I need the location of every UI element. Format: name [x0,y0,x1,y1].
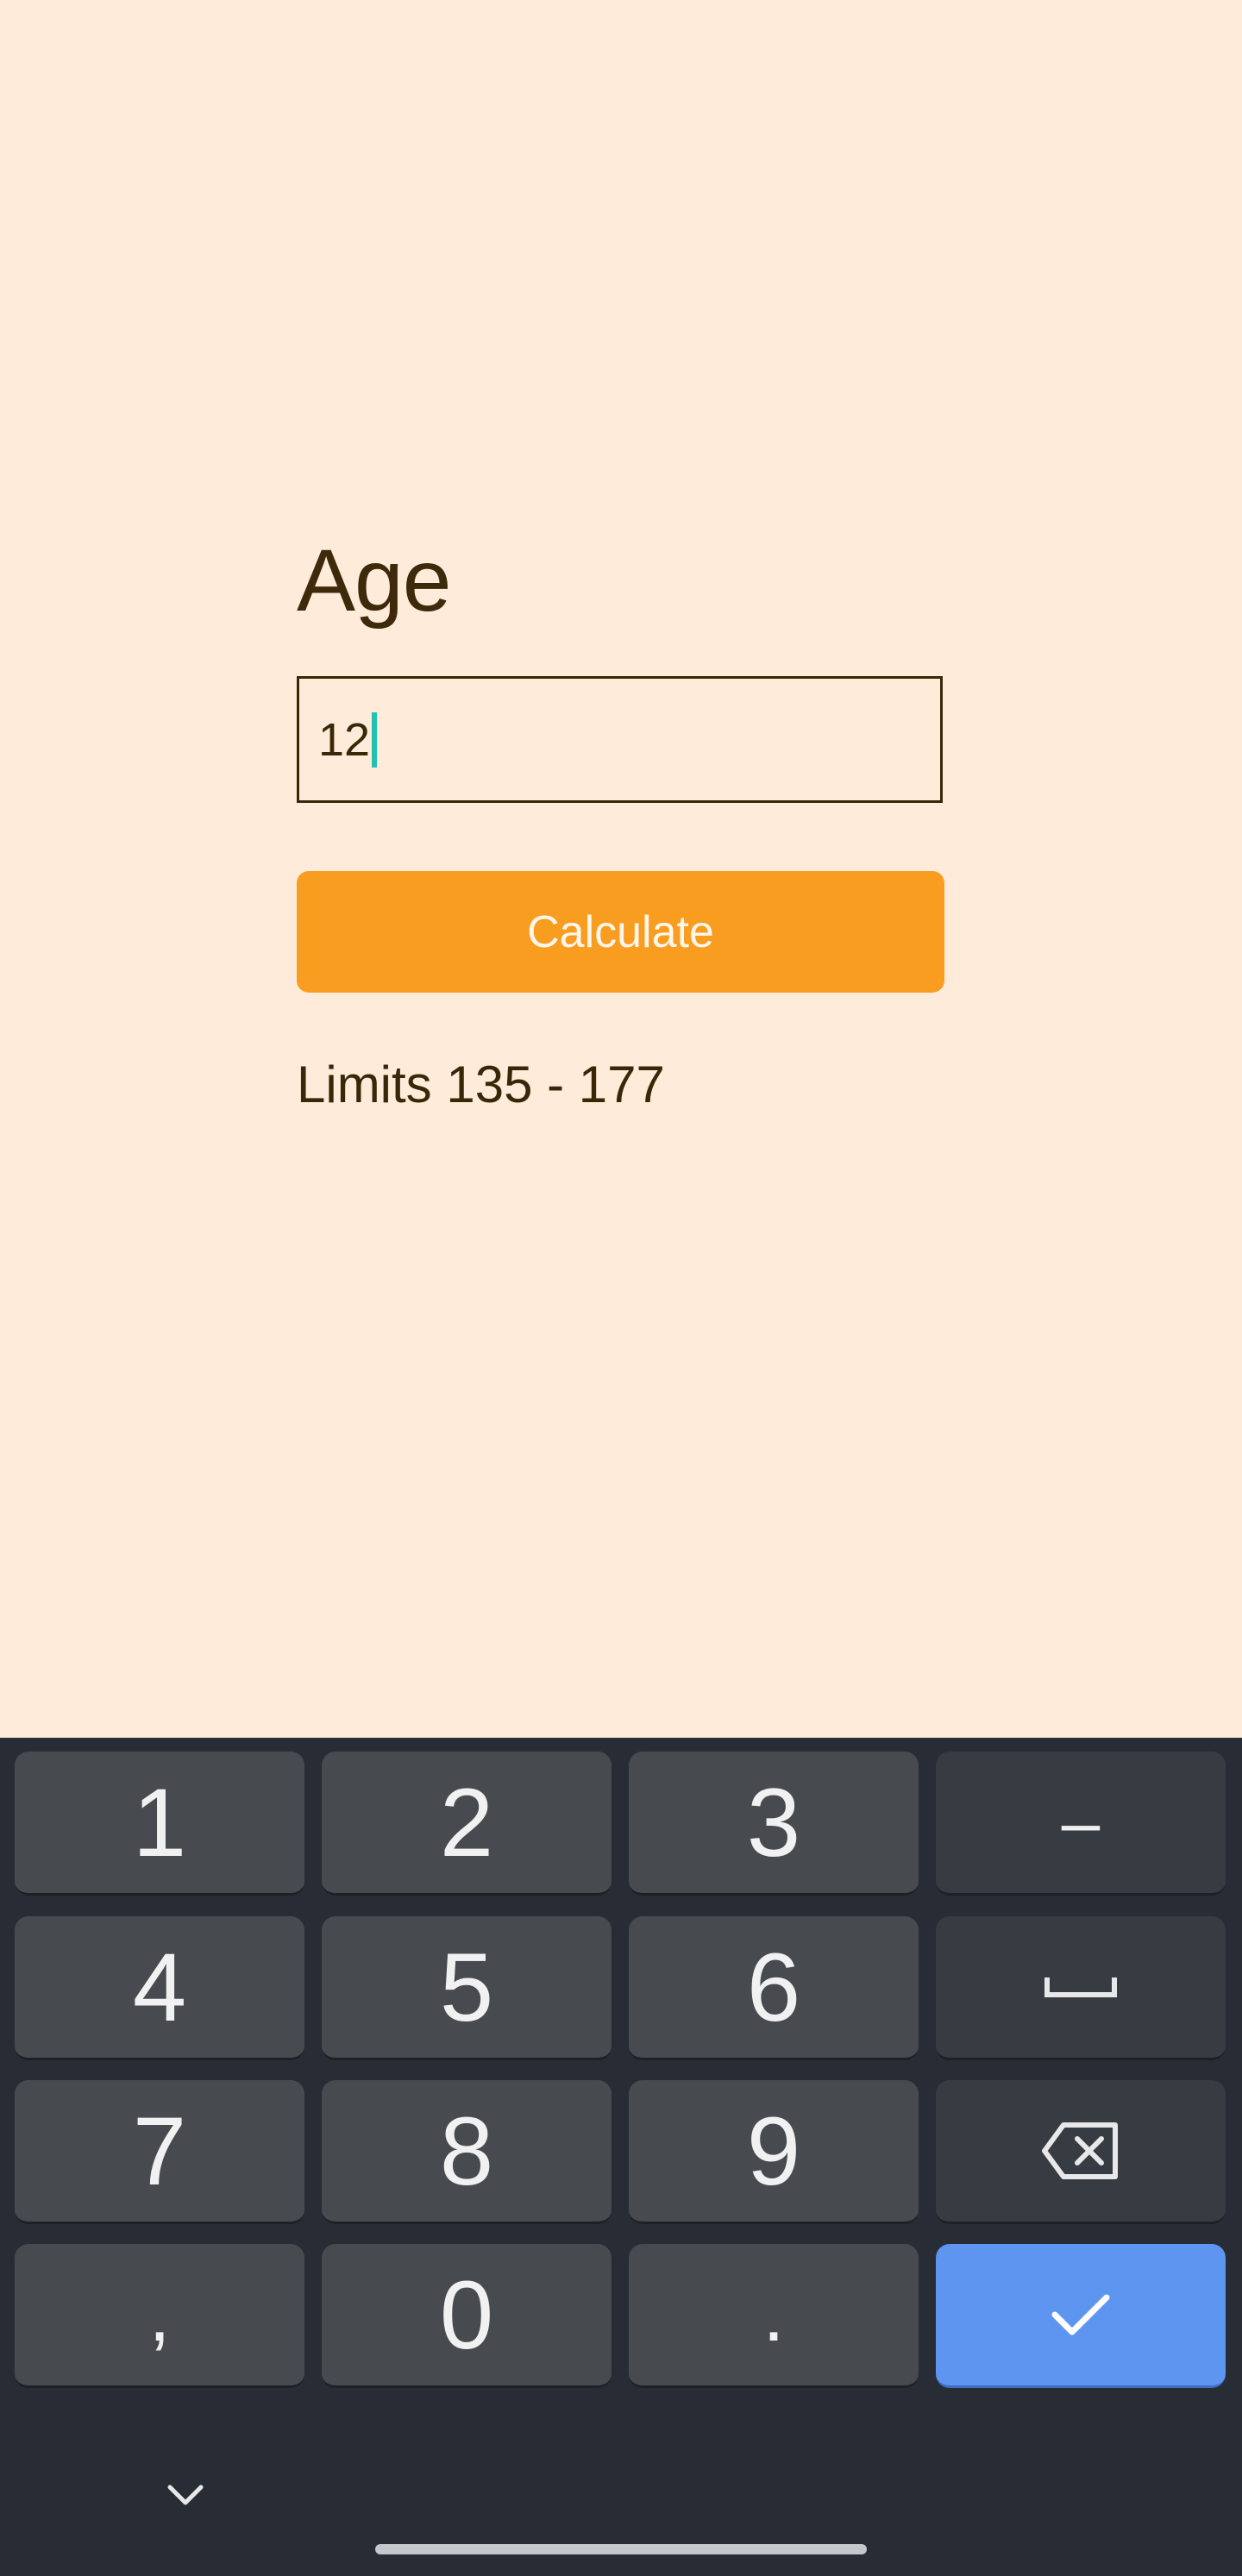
key-done[interactable] [936,2244,1226,2388]
age-label: Age [297,531,451,630]
key-0[interactable]: 0 [322,2244,612,2388]
gesture-nav-handle[interactable] [375,2544,867,2554]
calculate-button[interactable]: Calculate [297,871,944,993]
age-input-value: 12 [318,713,371,766]
backspace-icon [1039,2120,1122,2182]
key-4[interactable]: 4 [15,1916,304,2060]
key-minus[interactable]: – [936,1752,1226,1896]
text-caret [372,711,378,768]
hide-keyboard-button[interactable] [155,2475,216,2518]
key-1[interactable]: 1 [15,1752,304,1896]
key-comma[interactable]: , [15,2244,304,2388]
key-7[interactable]: 7 [15,2080,304,2224]
key-period[interactable]: . [629,2244,919,2388]
checkmark-icon [1050,2291,1112,2339]
age-input[interactable]: 12 [297,676,943,803]
chevron-down-icon [166,2484,204,2510]
key-2[interactable]: 2 [322,1752,612,1896]
key-backspace[interactable] [936,2080,1226,2224]
key-8[interactable]: 8 [322,2080,612,2224]
key-6[interactable]: 6 [629,1916,919,2060]
space-icon [1044,1974,1118,2000]
key-3[interactable]: 3 [629,1752,919,1896]
key-5[interactable]: 5 [322,1916,612,2060]
limits-text: Limits 135 - 177 [297,1056,665,1113]
key-space[interactable] [936,1916,1226,2060]
app-screen: Age 12 Calculate Limits 135 - 177 [0,0,1242,1738]
key-9[interactable]: 9 [629,2080,919,2224]
